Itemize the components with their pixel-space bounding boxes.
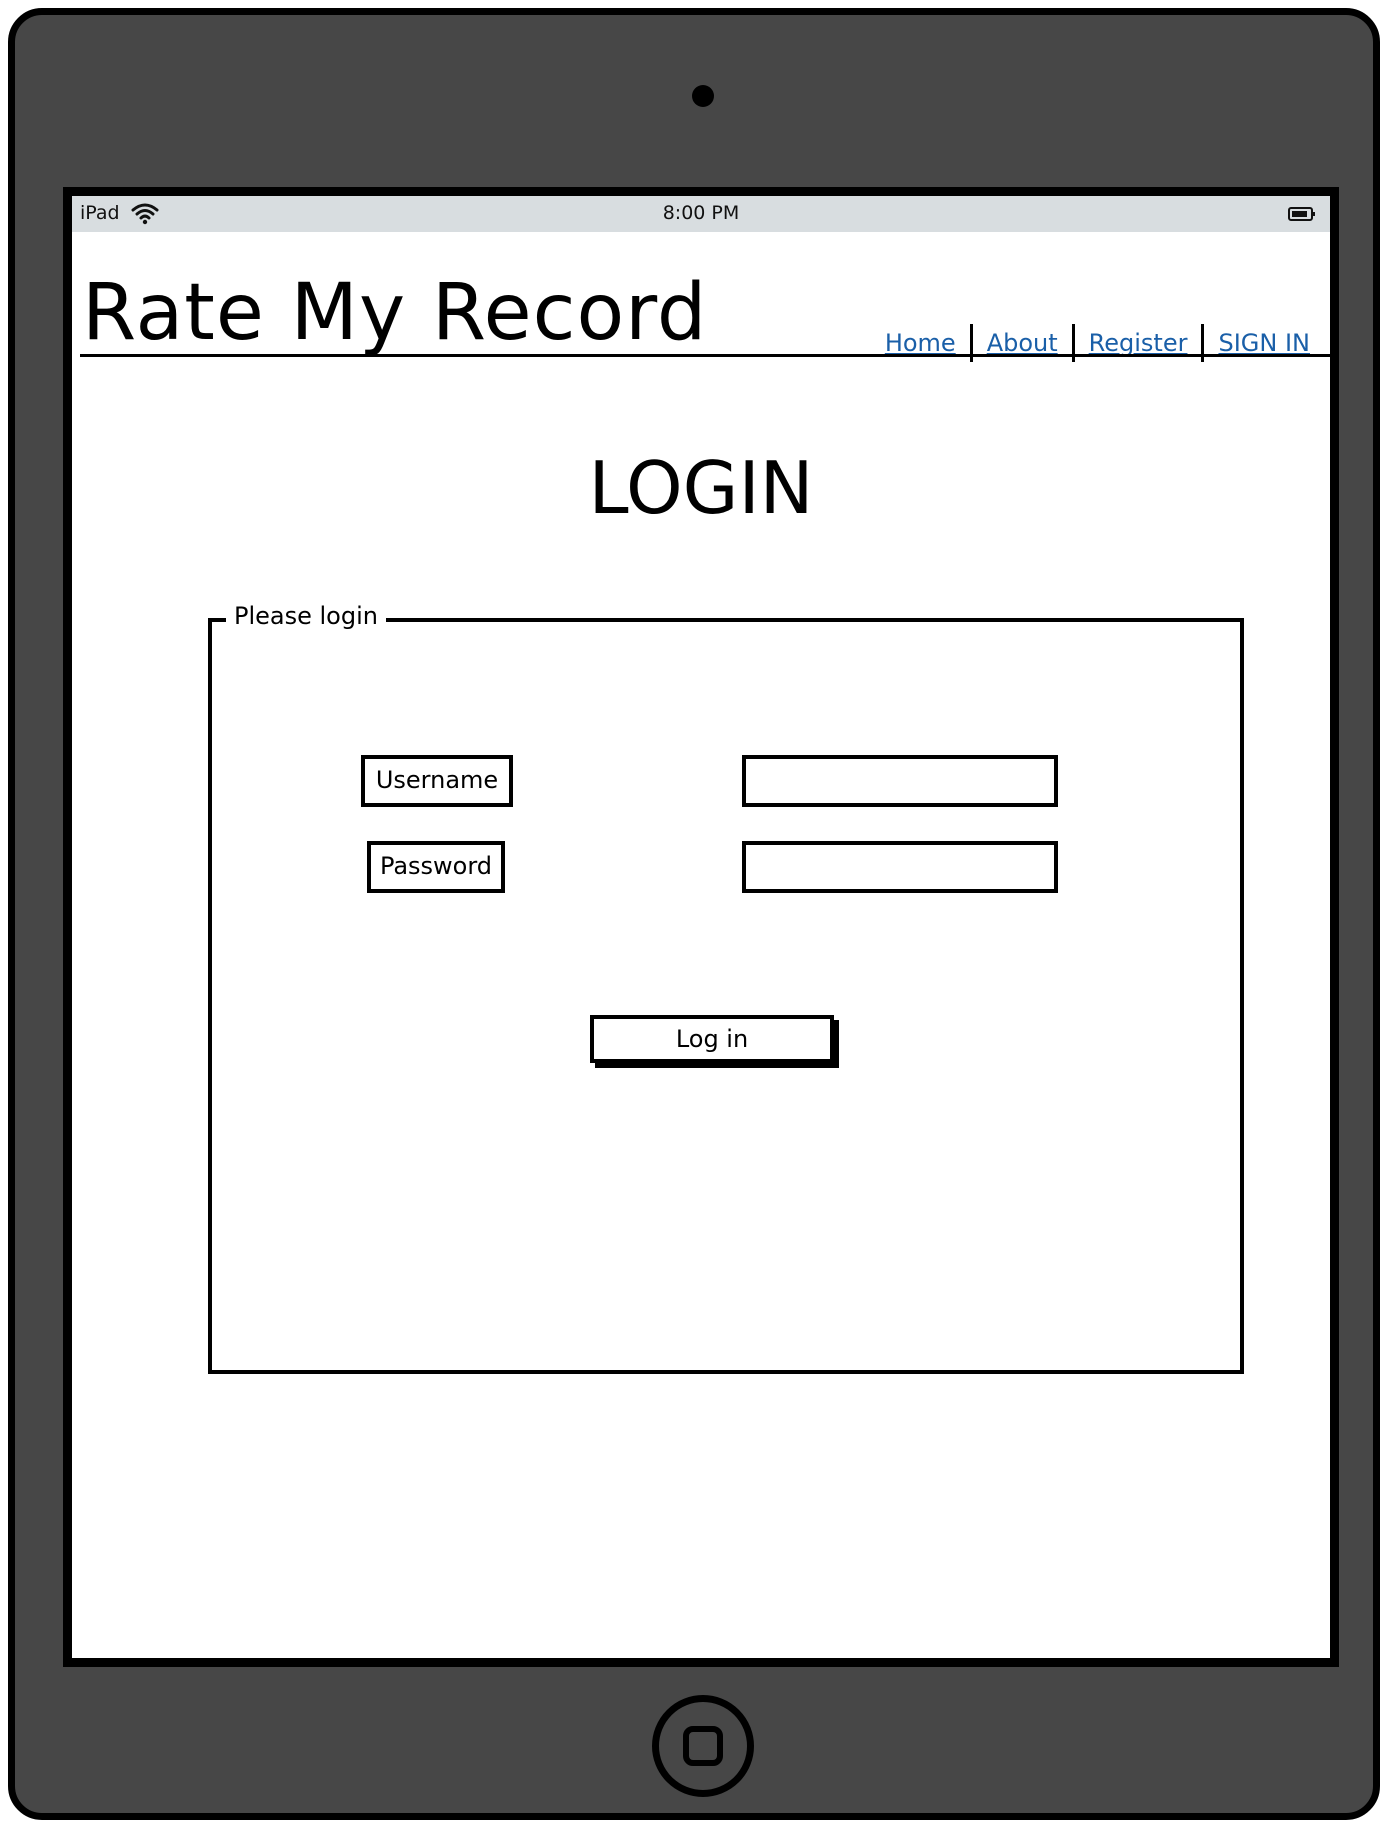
log-in-button[interactable]: Log in — [590, 1015, 834, 1063]
camera-icon — [692, 85, 714, 107]
nav-home-link[interactable]: Home — [885, 329, 956, 357]
home-button[interactable] — [652, 1695, 754, 1797]
ipad-frame: iPad 8:00 PM Rate My Record Home About R… — [8, 8, 1380, 1820]
username-input[interactable] — [742, 755, 1058, 807]
status-bar: iPad 8:00 PM — [72, 196, 1330, 232]
status-time: 8:00 PM — [662, 202, 740, 224]
login-group-box: Please login Username Password Log in — [208, 602, 1244, 1374]
password-input[interactable] — [742, 841, 1058, 893]
page-title: LOGIN — [588, 446, 814, 530]
nav-register-link[interactable]: Register — [1089, 329, 1188, 357]
login-group-legend: Please login — [226, 602, 386, 630]
app-header: Rate My Record Home About Register SIGN … — [72, 232, 1330, 362]
username-label: Username — [361, 755, 513, 807]
header-divider — [80, 354, 1330, 357]
nav-sign-in-link[interactable]: SIGN IN — [1218, 329, 1310, 357]
password-label: Password — [367, 841, 505, 893]
home-square-icon — [683, 1726, 723, 1766]
device-screen: iPad 8:00 PM Rate My Record Home About R… — [63, 187, 1339, 1667]
nav-about-link[interactable]: About — [987, 329, 1058, 357]
site-title: Rate My Record — [82, 268, 708, 358]
battery-icon — [1288, 207, 1315, 221]
